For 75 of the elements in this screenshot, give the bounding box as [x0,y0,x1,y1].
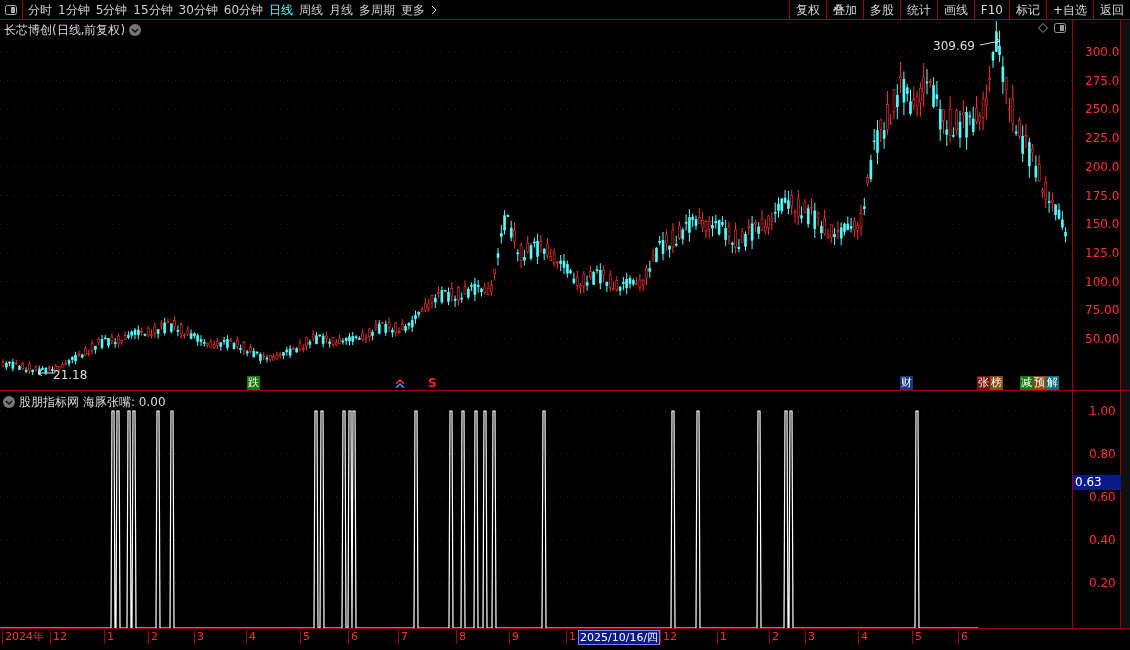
time-axis-label: 9 [509,630,519,644]
time-axis-label: 1 [566,630,576,644]
price-axis-label: 150.0 [1085,217,1120,232]
period-tab[interactable]: 周线 [299,0,324,19]
price-axis-label: 100.0 [1085,274,1120,289]
time-axis-label: 2024年 [2,630,44,644]
period-tab[interactable]: 更多 [401,0,426,19]
time-axis-label: 5 [300,630,310,644]
price-axis-label: 300.0 [1085,45,1120,59]
period-tab[interactable]: 30分钟 [178,0,218,19]
cursor-value-label: 0.63 [1073,475,1121,490]
price-axis-label: 175.0 [1085,188,1120,203]
price-axis-label: 200.0 [1085,159,1120,174]
price-axis-label: 75.00 [1085,303,1120,318]
period-tab[interactable]: 日线 [269,0,294,19]
toolbar-button[interactable]: 复权 [788,0,826,19]
indicator-axis-label: 0.80 [1089,447,1116,461]
price-axis-label: 250.0 [1085,102,1120,117]
time-axis-label: 6 [348,630,358,644]
toolbar-button[interactable]: 画线 [936,0,974,19]
time-axis-label: 4 [246,630,256,644]
toolbar-button[interactable]: 多股 [862,0,900,19]
period-tab[interactable]: 5分钟 [95,0,128,19]
time-axis-label: 3 [805,630,815,644]
chevron-right-icon [431,4,438,15]
time-axis-label: 1 [717,630,727,644]
period-tab[interactable]: 分时 [28,0,52,19]
toolbar-button[interactable]: F10 [973,0,1009,19]
stock-title: 长芯博创(日线,前复权) [4,22,126,39]
toolbar-button[interactable]: +自选 [1045,0,1093,19]
indicator-reading: 海豚张嘴: 0.00 [83,394,166,411]
time-axis-label: 1 [104,630,114,644]
period-tab[interactable]: 60分钟 [223,0,264,19]
indicator-source: 股朋指标网 [19,394,79,411]
peak-arrow-icon [979,37,1001,46]
time-axis-label: 5 [912,630,922,644]
time-axis-label: 2 [769,630,779,644]
diamond-icon[interactable] [1038,23,1048,33]
price-axis-label: 50.00 [1085,332,1120,346]
event-tag[interactable]: 财 [900,376,913,390]
price-axis-label: 275.0 [1085,73,1120,88]
indicator-axis-label: 0.20 [1089,576,1116,590]
panel-icon[interactable] [1054,23,1066,33]
panel-icon [5,4,17,15]
period-tab[interactable]: 多周期 [359,0,396,19]
time-axis-label: 2 [148,630,158,644]
period-tab[interactable]: 15分钟 [133,0,173,19]
low-arrow-icon [37,369,56,377]
time-axis-label: 4 [858,630,868,644]
event-tag[interactable]: 跌 [247,376,260,390]
time-axis-label: 8 [456,630,466,644]
price-axis-label: 225.0 [1085,131,1120,146]
toolbar-button[interactable]: 统计 [899,0,937,19]
chevron-down-icon[interactable] [129,24,142,36]
indicator-axis-label: 1.00 [1089,404,1116,418]
period-tab[interactable]: 月线 [329,0,354,19]
period-tab[interactable]: 1分钟 [58,0,90,19]
time-axis-label: 3 [194,630,204,644]
toolbar-button[interactable]: 标记 [1008,0,1046,19]
indicator-axis-label: 0.40 [1089,533,1116,547]
low-price-label: 21.18 [53,367,88,384]
time-axis-label: 7 [398,630,408,644]
time-axis-label: 12 [660,630,677,644]
double-arrow-up-icon [396,379,404,388]
event-tag[interactable]: 减 预 解 [1020,376,1059,390]
time-axis-label: 6 [958,630,968,644]
cursor-date-label: 2025/10/16/四 [578,630,661,645]
toolbar-button[interactable]: 叠加 [825,0,863,19]
indicator-axis-label: 0.60 [1089,490,1116,504]
high-price-label: 309.69 [933,38,975,55]
chevron-down-icon[interactable] [3,396,15,408]
event-tag[interactable]: S [428,376,437,390]
price-axis-label: 125.0 [1085,245,1120,260]
toolbar-button[interactable]: 返回 [1093,0,1130,19]
time-axis-label: 12 [50,630,67,644]
